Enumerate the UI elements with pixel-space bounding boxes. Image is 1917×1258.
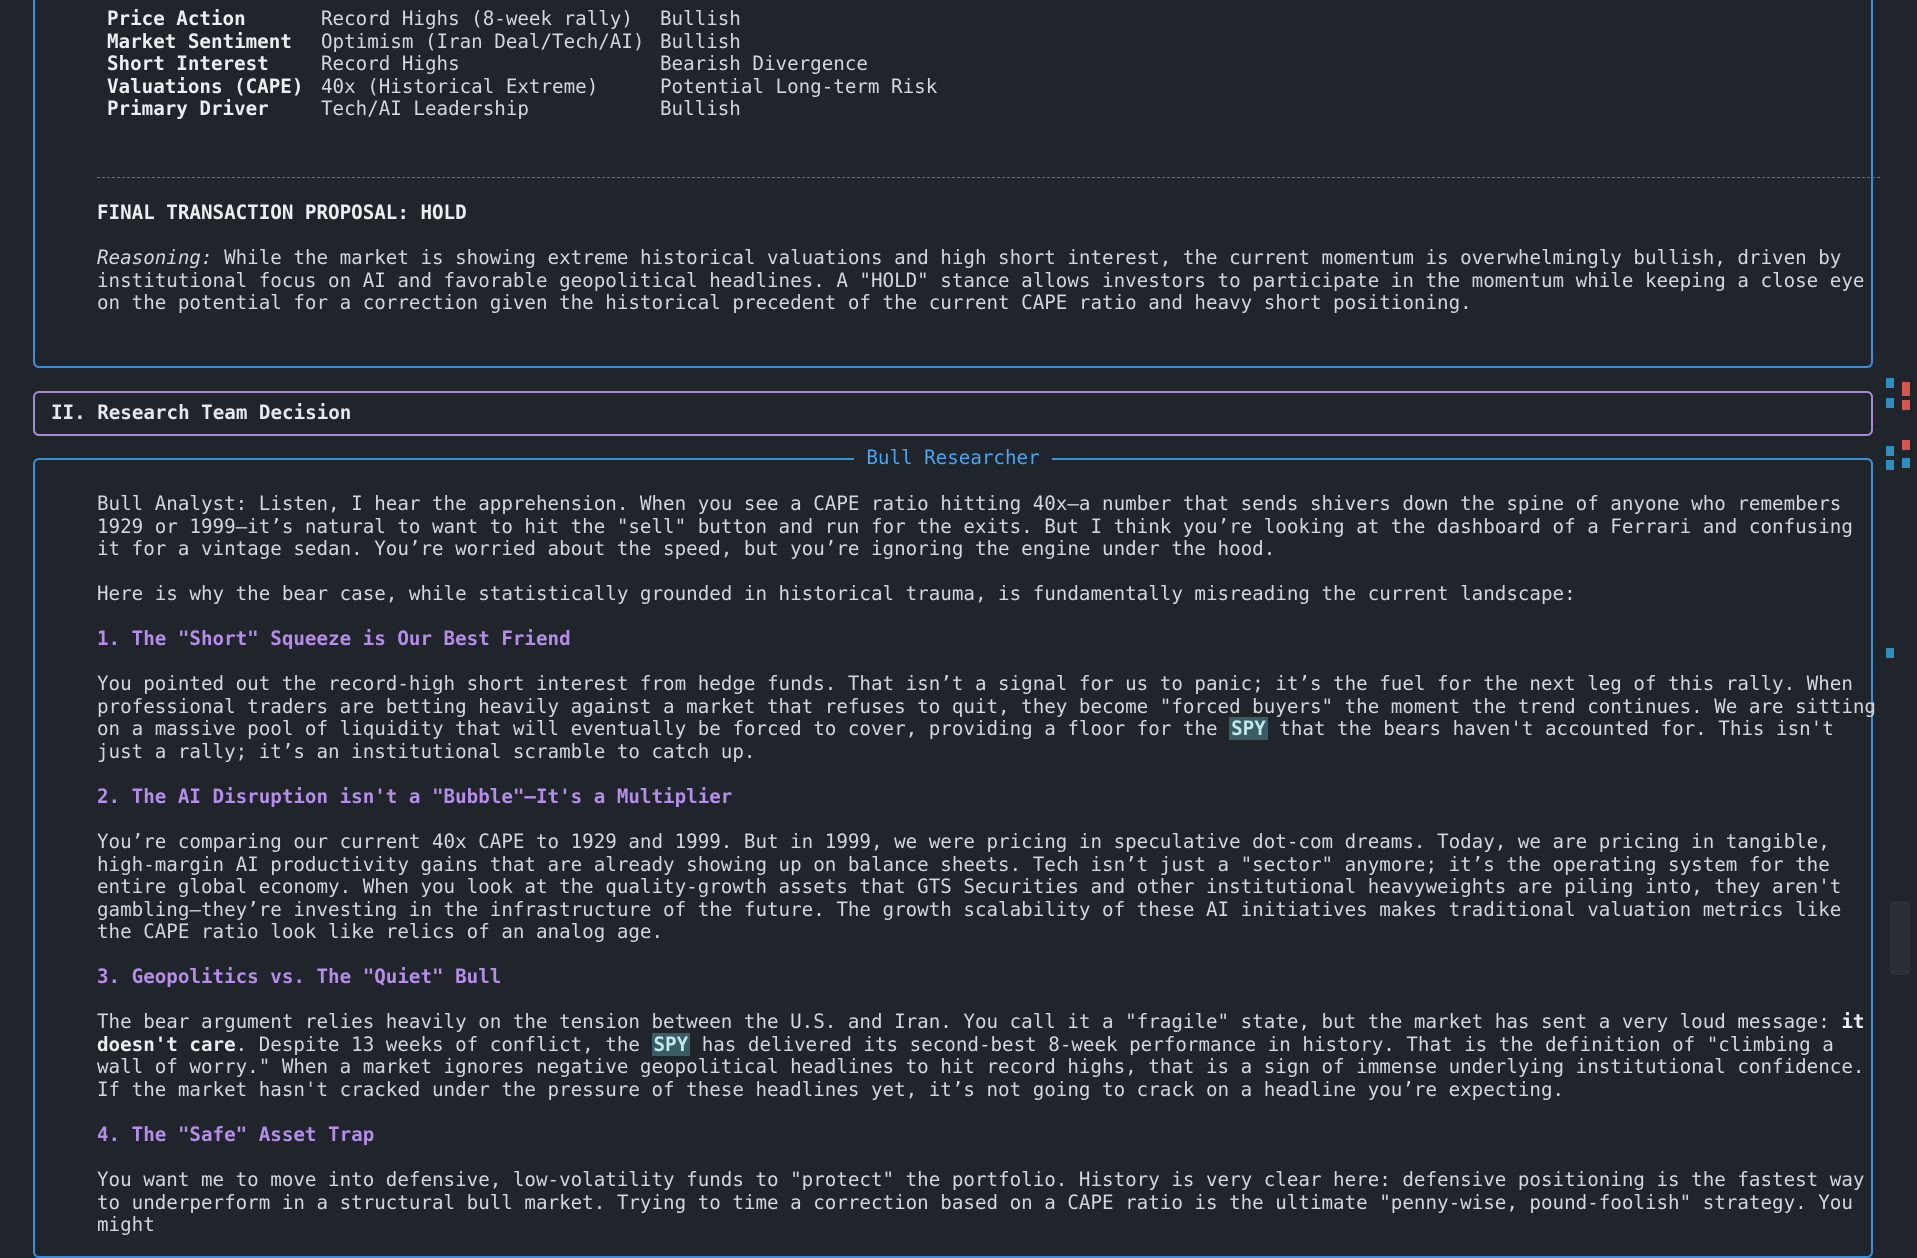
overview-mark <box>1902 400 1910 410</box>
heading-safe-asset-trap: 4. The "Safe" Asset Trap <box>97 1123 375 1146</box>
ticker-badge: SPY <box>651 1032 691 1056</box>
signal-cell: Bearish Divergence <box>660 52 868 75</box>
overview-mark <box>1886 446 1894 456</box>
factor-cell: Price Action <box>107 7 246 30</box>
signal-cell: Bullish <box>660 7 741 30</box>
paragraph-geopolitics: The bear argument relies heavily on the … <box>97 1010 1865 1101</box>
table-row: Price Action Record Highs (8-week rally) B… <box>107 7 937 31</box>
section-header-research-team: II. Research Team Decision <box>33 391 1873 436</box>
factor-cell: Primary Driver <box>107 97 269 120</box>
paragraph-ai-disruption: You’re comparing our current 40x CAPE to… <box>97 830 1842 943</box>
status-cell: Record Highs (8-week rally) <box>321 7 633 30</box>
reasoning-label: Reasoning: <box>97 246 213 269</box>
overview-mark <box>1902 458 1910 468</box>
status-cell: 40x (Historical Extreme) <box>321 74 599 98</box>
market-summary-table: Price Action Record Highs (8-week rally) B… <box>107 7 938 121</box>
table-row: Primary Driver Tech/AI Leadership Bullish <box>107 97 937 121</box>
factor-cell: Market Sentiment <box>107 29 292 53</box>
proposal-reasoning: Reasoning: While the market is showing e… <box>97 246 1887 315</box>
overview-mark <box>1886 378 1894 388</box>
bull-researcher-panel: Bull Researcher Bull Analyst: Listen, I … <box>33 446 1876 1258</box>
status-cell: Record Highs <box>321 52 460 75</box>
ticker-badge: SPY <box>1229 717 1268 740</box>
status-cell: Optimism (Iran Deal/Tech/AI) <box>321 29 645 53</box>
table-row: Short Interest Record Highs Bearish Diverg… <box>107 52 937 76</box>
table-row: Valuations (CAPE) 40x (Historical Extreme… <box>107 74 938 99</box>
overview-mark <box>1886 648 1894 658</box>
table-row: Market Sentiment Optimism (Iran Deal/Tech… <box>107 29 937 54</box>
signal-cell: Bullish <box>660 97 741 120</box>
scrollbar-thumb[interactable] <box>1890 901 1910 975</box>
factor-cell: Valuations (CAPE) <box>107 74 304 98</box>
final-proposal-title: FINAL TRANSACTION PROPOSAL: HOLD <box>97 201 467 224</box>
section-divider <box>97 177 1880 178</box>
overview-mark <box>1902 440 1910 450</box>
market-summary-panel: Price Action Record Highs (8-week rally) B… <box>33 0 1880 368</box>
overview-mark <box>1902 382 1910 396</box>
heading-short-squeeze: 1. The "Short" Squeeze is Our Best Frien… <box>97 627 571 650</box>
bull-intro: Bull Analyst: Listen, I hear the apprehe… <box>97 492 1853 560</box>
status-cell: Tech/AI Leadership <box>321 97 529 120</box>
reasoning-text: While the market is showing extreme hist… <box>97 246 1865 314</box>
overview-mark <box>1886 398 1894 408</box>
signal-cell: Potential Long-term Risk <box>660 74 938 98</box>
factor-cell: Short Interest <box>107 52 269 75</box>
panel-title: Bull Researcher <box>35 446 1871 470</box>
bull-lead: Here is why the bear case, while statist… <box>97 582 1576 605</box>
paragraph-safe-asset-trap: You want me to move into defensive, low-… <box>97 1168 1865 1236</box>
heading-ai-disruption: 2. The AI Disruption isn't a "Bubble"—It… <box>97 785 733 808</box>
overview-mark <box>1886 460 1894 470</box>
signal-cell: Bullish <box>660 29 741 53</box>
heading-geopolitics: 3. Geopolitics vs. The "Quiet" Bull <box>97 965 502 988</box>
paragraph-short-squeeze: You pointed out the record-high short in… <box>97 672 1876 763</box>
